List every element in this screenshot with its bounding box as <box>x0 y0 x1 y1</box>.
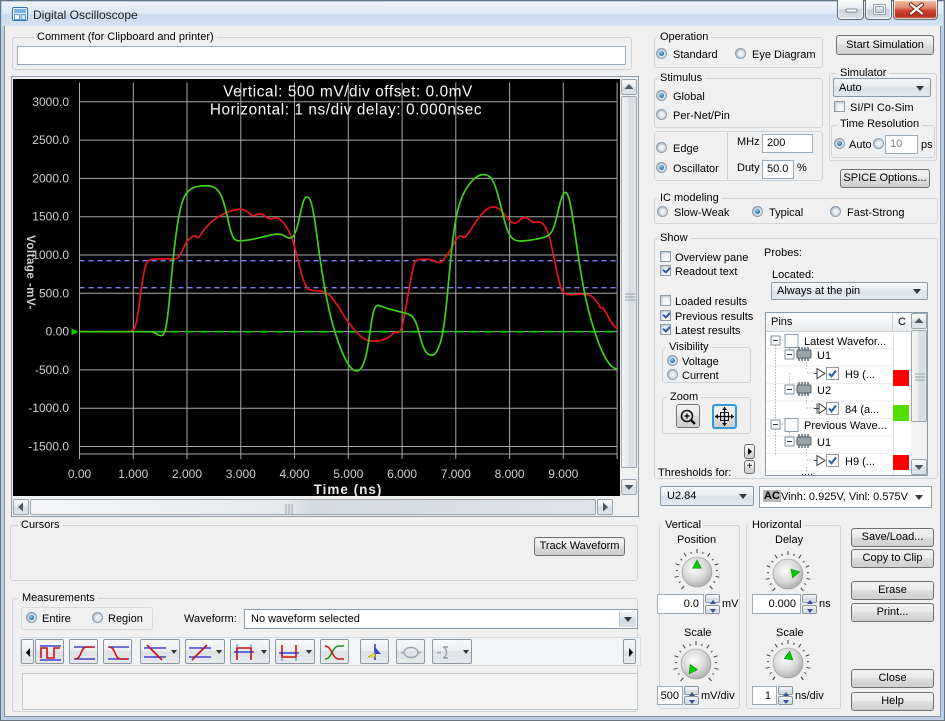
svg-text:U1: U1 <box>817 437 831 449</box>
svg-text:7.000: 7.000 <box>440 467 470 481</box>
svg-text:U2: U2 <box>817 385 831 397</box>
svg-text:1000.0: 1000.0 <box>32 248 69 262</box>
svg-text:6.000: 6.000 <box>387 467 417 481</box>
svg-text:5.000: 5.000 <box>333 467 363 481</box>
svg-text:2.000: 2.000 <box>171 467 201 481</box>
svg-text:84 (a...: 84 (a... <box>845 404 879 416</box>
svg-text:500.0: 500.0 <box>38 286 68 300</box>
svg-text:8.000: 8.000 <box>494 467 524 481</box>
svg-text:2000.0: 2000.0 <box>32 171 69 185</box>
svg-text:1500.0: 1500.0 <box>32 209 69 223</box>
svg-text:-500.0: -500.0 <box>34 362 68 376</box>
svg-text:3.000: 3.000 <box>225 467 255 481</box>
svg-text:2500.0: 2500.0 <box>32 133 69 147</box>
svg-text:4.000: 4.000 <box>279 467 309 481</box>
svg-text:Voltage -mV-: Voltage -mV- <box>24 235 36 310</box>
svg-text:-1500.0: -1500.0 <box>28 439 69 453</box>
svg-text:Horizontal: 1 ns/div delay:: Horizontal: 1 ns/div delay: 0.000nsec <box>209 101 481 118</box>
svg-text:H9 (...: H9 (... <box>845 369 875 381</box>
svg-text:Vertical: 500 mV/div offset: Vertical: 500 mV/div offset: 0.0mV <box>223 83 473 100</box>
svg-text:-1000.0: -1000.0 <box>28 401 69 415</box>
svg-text:Latest Wavefor...: Latest Wavefor... <box>804 336 886 348</box>
svg-text:1.000: 1.000 <box>118 467 148 481</box>
svg-text:0.00: 0.00 <box>67 467 91 481</box>
svg-text:U1: U1 <box>817 350 831 362</box>
svg-text:9.000: 9.000 <box>548 467 578 481</box>
svg-text:H9 (...: H9 (... <box>845 456 875 468</box>
svg-text:....: .... <box>801 466 813 476</box>
svg-text:Time (ns): Time (ns) <box>313 482 382 496</box>
svg-text:3000.0: 3000.0 <box>32 94 69 108</box>
svg-text:0.00: 0.00 <box>45 324 69 338</box>
svg-text:Previous Wave...: Previous Wave... <box>804 420 887 432</box>
